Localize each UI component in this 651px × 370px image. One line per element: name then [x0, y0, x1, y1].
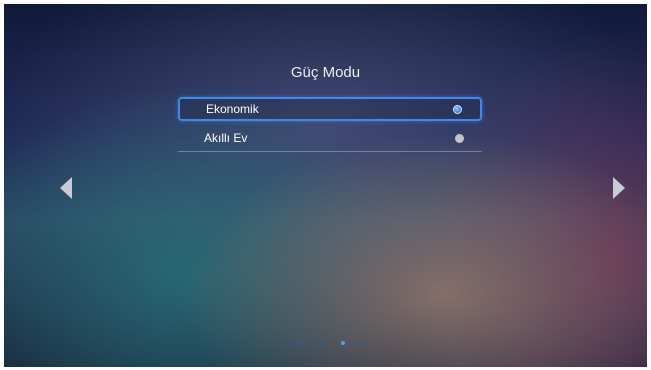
option-label: Ekonomik: [206, 102, 259, 116]
page-dot: [361, 341, 365, 345]
page-dot: [297, 341, 301, 345]
page-dot-active: [341, 341, 345, 345]
page-title: Güç Modu: [290, 64, 361, 81]
previous-arrow-icon[interactable]: [60, 177, 72, 199]
next-arrow-icon[interactable]: [613, 177, 625, 199]
option-ekonomik[interactable]: Ekonomik: [178, 97, 482, 121]
page-dot: [319, 341, 323, 345]
option-akilli-ev[interactable]: Akıllı Ev: [178, 126, 482, 150]
option-label: Akıllı Ev: [204, 131, 248, 145]
page-indicator: [297, 341, 367, 347]
radio-selected-icon[interactable]: [453, 104, 462, 114]
radio-unselected-icon[interactable]: [455, 133, 464, 143]
power-mode-screen: Güç Modu Ekonomik Akıllı Ev: [4, 4, 647, 367]
list-divider: [178, 151, 482, 152]
